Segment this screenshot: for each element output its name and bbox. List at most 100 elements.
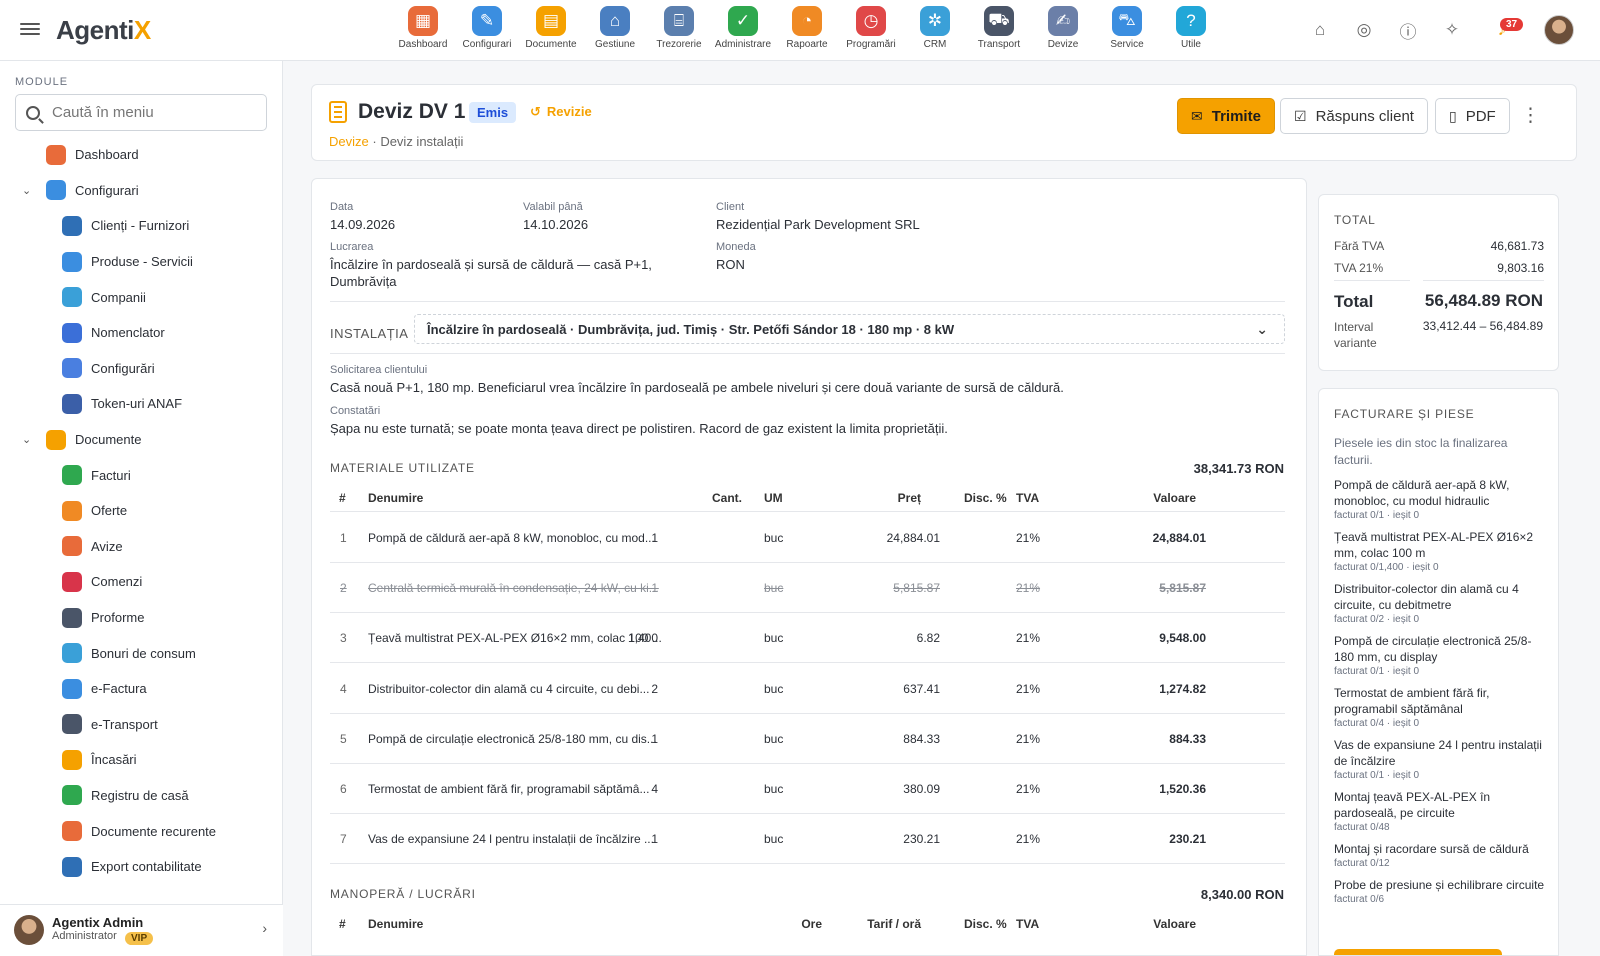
help-icon[interactable]: ⓘ xyxy=(1386,18,1430,43)
row-um: buc xyxy=(764,531,784,545)
module-administrare[interactable]: ✓ Administrare xyxy=(712,6,774,50)
report-icon: ◔ xyxy=(792,6,822,36)
sidebar-item-export-contabilitate[interactable]: Export contabilitate xyxy=(0,849,283,885)
breadcrumb-devize[interactable]: Devize xyxy=(329,134,369,149)
sidebar-item-label: Încasări xyxy=(91,752,137,768)
sidebar-item-oferte[interactable]: Oferte xyxy=(0,493,283,529)
table-row[interactable]: 6 Termostat de ambient fără fir, programa… xyxy=(330,763,1285,814)
pdf-button[interactable]: ▯ PDF xyxy=(1435,98,1510,134)
table-row[interactable]: 2 Centrală termică murală în condensație,… xyxy=(330,562,1285,614)
sidebar-item-proforme[interactable]: Proforme xyxy=(0,600,283,636)
module-gestiune[interactable]: ⌂ Gestiune xyxy=(584,6,646,50)
home-icon[interactable]: ⌂ xyxy=(1298,20,1342,40)
labor-col-header-rate: Tarif / oră xyxy=(867,917,921,931)
send-button[interactable]: ✉ Trimite xyxy=(1177,98,1275,134)
module-transport[interactable]: ⛟ Transport xyxy=(968,6,1030,50)
chevron-down-icon[interactable]: ⌄ xyxy=(22,433,38,446)
sidebar-item-nomenclator[interactable]: Nomenclator xyxy=(0,315,283,351)
divider xyxy=(330,353,1285,354)
row-um: buc xyxy=(764,681,784,696)
sidebar-item--ncas-ri[interactable]: Încasări xyxy=(0,742,283,778)
row-vat: 21% xyxy=(1016,782,1041,796)
chevron-right-icon[interactable]: › xyxy=(262,920,267,936)
module-crm[interactable]: ✲ CRM xyxy=(904,6,966,50)
col-header-vat: TVA xyxy=(1016,491,1040,505)
valid-until-value: 14.10.2026 xyxy=(523,217,589,232)
module-service[interactable]: ⛍ Service xyxy=(1096,6,1158,50)
sidebar-item-bonuri-de-consum[interactable]: Bonuri de consum xyxy=(0,635,283,671)
chevron-down-icon[interactable]: ⌄ xyxy=(22,184,38,197)
client-response-button[interactable]: ☑ Răspuns client xyxy=(1280,98,1428,134)
sidebar-item-companii[interactable]: Companii xyxy=(0,279,283,315)
sidebar-item-e-transport[interactable]: e-Transport xyxy=(0,707,283,743)
table-row[interactable]: 1 Pompă de căldură aer-apă 8 kW, monobloc… xyxy=(330,512,1285,563)
sidebar-item-documente-recurente[interactable]: Documente recurente xyxy=(0,813,283,849)
billing-item: Montaj țeavă PEX-AL-PEX în pardoseală, p… xyxy=(1334,789,1548,835)
module-rapoarte[interactable]: ◔ Rapoarte xyxy=(776,6,838,50)
sidebar-item-comenzi[interactable]: Comenzi xyxy=(0,564,283,600)
clock-icon: ◷ xyxy=(856,6,886,36)
billing-action-button[interactable] xyxy=(1334,949,1502,955)
row-num: 2 xyxy=(340,581,347,596)
sidebar-item-produse-servicii[interactable]: Produse - Servicii xyxy=(0,244,283,280)
module-program-ri[interactable]: ◷ Programări xyxy=(840,6,902,50)
sidebar-item-configur-ri[interactable]: Configurări xyxy=(0,351,283,387)
estimate-details-card: Data 14.09.2026 Valabil până 14.10.2026 … xyxy=(311,178,1307,956)
billing-item: Termostat de ambient fără fir, programab… xyxy=(1334,685,1548,731)
compass-icon[interactable]: ◎ xyxy=(1342,20,1386,40)
sidebar-item-e-factura[interactable]: e-Factura xyxy=(0,671,283,707)
help-circle-icon: ? xyxy=(1176,6,1206,36)
module-configurari[interactable]: ✎ Configurari xyxy=(456,6,518,50)
module-trezorerie[interactable]: ⌸ Trezorerie xyxy=(648,6,710,50)
installation-select[interactable]: Încălzire în pardoseală · Dumbrăvița, ju… xyxy=(414,314,1285,344)
table-row[interactable]: 5 Pompă de circulație electronică 25/8-18… xyxy=(330,713,1285,764)
findings-value: Șapa nu este turnată; se poate monta țea… xyxy=(330,421,948,436)
table-row[interactable]: 7 Vas de expansiune 24 l pentru instalați… xyxy=(330,813,1285,865)
module-documente[interactable]: ▤ Documente xyxy=(520,6,582,50)
sidebar-item-documente[interactable]: ⌄ Documente xyxy=(0,422,283,458)
user-name: Agentix Admin xyxy=(52,915,144,930)
hamburger-menu-icon[interactable] xyxy=(20,20,40,40)
sidebar-user-card[interactable]: Agentix Admin Administrator VIP › xyxy=(0,904,283,956)
truck-icon xyxy=(62,714,82,735)
module-devize[interactable]: ✍ Devize xyxy=(1032,6,1094,50)
row-qty: 1 xyxy=(651,531,658,545)
module-dashboard[interactable]: ▦ Dashboard xyxy=(392,6,454,50)
table-row[interactable]: 4 Distribuitor-colector din alamă cu 4 ci… xyxy=(330,663,1285,714)
sidebar-item-registru-de-cas-[interactable]: Registru de casă xyxy=(0,778,283,814)
row-name: Vas de expansiune 24 l pentru instalații… xyxy=(368,832,654,847)
row-um: buc xyxy=(764,832,784,847)
table-row[interactable]: 3 Țeavă multistrat PEX-AL-PEX Ø16×2 mm, c… xyxy=(330,612,1285,664)
billing-item-name: Termostat de ambient fără fir, programab… xyxy=(1334,686,1490,716)
app-logo[interactable]: AgentiX xyxy=(56,15,151,46)
top-actions: ⌂ ◎ ⓘ ✧ ♪37 xyxy=(1298,14,1600,46)
row-value: 1,274.82 xyxy=(1159,681,1206,696)
variants-range-label: Interval variante xyxy=(1334,320,1377,350)
sidebar-item-facturi[interactable]: Facturi xyxy=(0,457,283,493)
module-label: Documente xyxy=(525,39,577,50)
more-options-icon[interactable]: ⋮ xyxy=(1521,104,1540,127)
module-utile[interactable]: ? Utile xyxy=(1160,6,1222,50)
sidebar-item-avize[interactable]: Avize xyxy=(0,529,283,565)
module-label: Administrare xyxy=(714,39,772,50)
sidebar-item-label: Companii xyxy=(91,289,146,305)
user-avatar[interactable] xyxy=(1544,15,1574,45)
billing-item: Vas de expansiune 24 l pentru instalații… xyxy=(1334,737,1548,783)
sidebar-item-clien-i-furnizori[interactable]: Clienți - Furnizori xyxy=(0,208,283,244)
shield-lock-icon xyxy=(62,393,82,414)
sidebar-item-label: Documente xyxy=(75,432,142,448)
sparkle-icon[interactable]: ✧ xyxy=(1430,20,1474,40)
sidebar-item-dashboard[interactable]: Dashboard xyxy=(0,137,283,173)
notifications-bell-icon[interactable]: ♪37 xyxy=(1474,18,1530,40)
menu-search-input[interactable]: Caută în meniu xyxy=(15,94,267,131)
revision-link[interactable]: ↺ Revizie xyxy=(530,104,592,120)
sidebar-item-token-uri-anaf[interactable]: Token-uri ANAF xyxy=(0,386,283,422)
sidebar-item-configurari[interactable]: ⌄ Configurari xyxy=(0,173,283,209)
client-value: Rezidențial Park Development SRL xyxy=(716,217,920,232)
total-vat-value: 9,803.16 xyxy=(1497,261,1544,275)
dashboard-icon: ▦ xyxy=(408,6,438,36)
sidebar-item-label: Oferte xyxy=(91,503,128,519)
module-label: Rapoarte xyxy=(786,39,828,50)
billing-item: Pompă de căldură aer-apă 8 kW, monobloc,… xyxy=(1334,477,1548,523)
labor-col-header-value: Valoare xyxy=(1153,917,1196,931)
